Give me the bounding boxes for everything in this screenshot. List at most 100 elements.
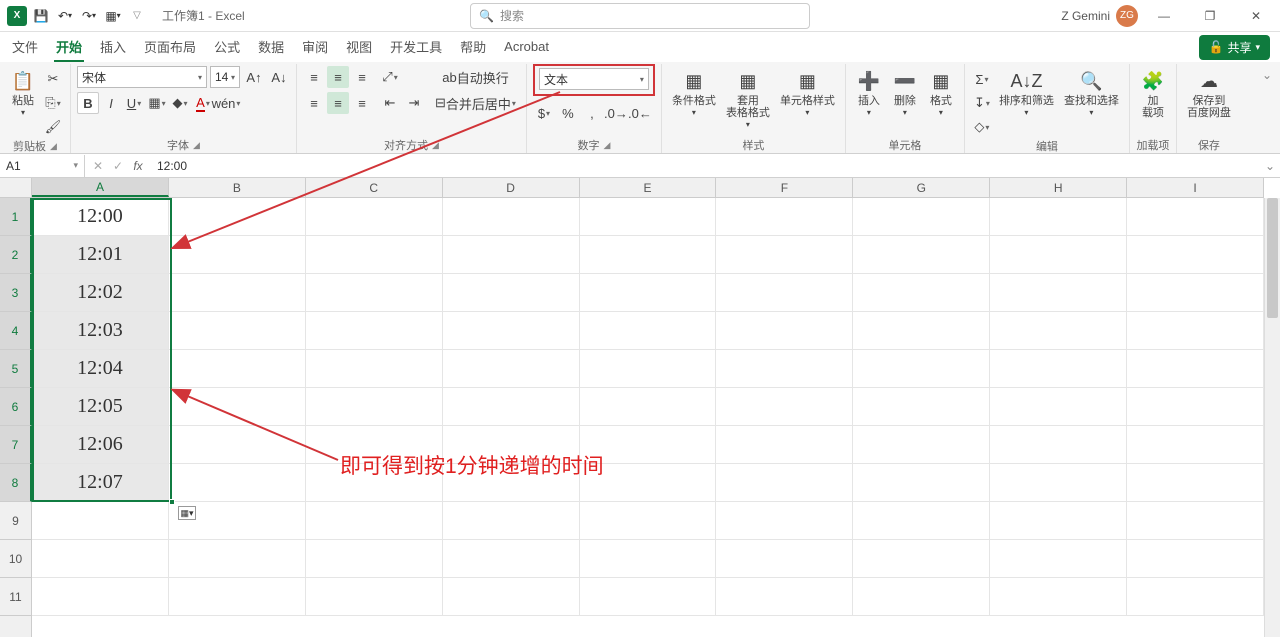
cell-I7[interactable] <box>1127 426 1264 464</box>
enter-formula-icon[interactable]: ✓ <box>109 159 127 173</box>
cell-A9[interactable] <box>32 502 169 540</box>
name-box[interactable]: A1▾ <box>0 155 85 177</box>
insert-cells-button[interactable]: ➕插入▾ <box>852 66 886 119</box>
row-header-6[interactable]: 6 <box>0 388 32 426</box>
cell-C5[interactable] <box>306 350 443 388</box>
tab-file[interactable]: 文件 <box>10 33 40 62</box>
row-header-4[interactable]: 4 <box>0 312 32 350</box>
cell-G7[interactable] <box>853 426 990 464</box>
cell-I3[interactable] <box>1127 274 1264 312</box>
tab-developer[interactable]: 开发工具 <box>388 33 444 62</box>
align-bottom-icon[interactable]: ≡ <box>351 66 373 88</box>
tab-help[interactable]: 帮助 <box>458 33 488 62</box>
user-avatar[interactable]: ZG <box>1116 5 1138 27</box>
cell-A1[interactable]: 12:00 <box>32 198 169 236</box>
formula-input[interactable]: 12:00 <box>151 159 1260 173</box>
bold-button[interactable]: B <box>77 92 99 114</box>
comma-format-icon[interactable]: , <box>581 102 603 124</box>
tab-layout[interactable]: 页面布局 <box>142 33 198 62</box>
col-header-A[interactable]: A <box>32 178 169 197</box>
fill-handle[interactable] <box>169 499 175 505</box>
sort-filter-button[interactable]: A↓Z排序和筛选▾ <box>995 66 1058 119</box>
align-launcher-icon[interactable]: ◢ <box>432 140 439 151</box>
cell-I6[interactable] <box>1127 388 1264 426</box>
cell-H2[interactable] <box>990 236 1127 274</box>
cell-B6[interactable] <box>169 388 306 426</box>
decrease-decimal-icon[interactable]: .0← <box>629 102 651 124</box>
cell-styles-button[interactable]: ▦单元格样式▾ <box>776 66 839 119</box>
cell-G9[interactable] <box>853 502 990 540</box>
cell-E11[interactable] <box>580 578 717 616</box>
fill-icon[interactable]: ↧▾ <box>971 92 993 114</box>
ribbon-collapse-icon[interactable]: ⌄ <box>1254 64 1280 153</box>
cell-F3[interactable] <box>716 274 853 312</box>
cell-D5[interactable] <box>443 350 580 388</box>
cell-B4[interactable] <box>169 312 306 350</box>
cell-F4[interactable] <box>716 312 853 350</box>
cell-E4[interactable] <box>580 312 717 350</box>
increase-font-icon[interactable]: A↑ <box>243 66 265 88</box>
cell-B3[interactable] <box>169 274 306 312</box>
cell-C4[interactable] <box>306 312 443 350</box>
vertical-scrollbar[interactable] <box>1264 198 1280 637</box>
accounting-format-icon[interactable]: $▾ <box>533 102 555 124</box>
tab-formulas[interactable]: 公式 <box>212 33 242 62</box>
conditional-format-button[interactable]: ▦条件格式▾ <box>668 66 720 119</box>
format-cells-button[interactable]: ▦格式▾ <box>924 66 958 119</box>
cell-H1[interactable] <box>990 198 1127 236</box>
cell-A3[interactable]: 12:02 <box>32 274 169 312</box>
cell-D2[interactable] <box>443 236 580 274</box>
align-right-icon[interactable]: ≡ <box>351 92 373 114</box>
cell-F8[interactable] <box>716 464 853 502</box>
formula-expand-icon[interactable]: ⌄ <box>1260 159 1280 173</box>
cell-F10[interactable] <box>716 540 853 578</box>
cell-E3[interactable] <box>580 274 717 312</box>
cell-C10[interactable] <box>306 540 443 578</box>
select-all-triangle[interactable] <box>0 178 32 198</box>
cell-D11[interactable] <box>443 578 580 616</box>
scrollbar-thumb[interactable] <box>1267 198 1278 318</box>
cell-E9[interactable] <box>580 502 717 540</box>
col-header-B[interactable]: B <box>169 178 306 197</box>
tab-review[interactable]: 审阅 <box>300 33 330 62</box>
cell-E10[interactable] <box>580 540 717 578</box>
orientation-icon[interactable]: ⤢▾ <box>379 66 401 88</box>
addins-button[interactable]: 🧩加 载项 <box>1136 66 1170 121</box>
cell-B11[interactable] <box>169 578 306 616</box>
row-header-5[interactable]: 5 <box>0 350 32 388</box>
cell-A2[interactable]: 12:01 <box>32 236 169 274</box>
cell-C3[interactable] <box>306 274 443 312</box>
font-size-combo[interactable]: 14▾ <box>210 66 240 88</box>
cell-C11[interactable] <box>306 578 443 616</box>
cell-I1[interactable] <box>1127 198 1264 236</box>
cell-H6[interactable] <box>990 388 1127 426</box>
user-name[interactable]: Z Gemini <box>1061 9 1110 23</box>
search-box[interactable]: 🔍 搜索 <box>470 3 810 29</box>
indent-increase-icon[interactable]: ⇥ <box>403 92 425 114</box>
merge-center-button[interactable]: ⊟ 合并后居中▾ <box>431 92 520 114</box>
cell-D4[interactable] <box>443 312 580 350</box>
cell-I10[interactable] <box>1127 540 1264 578</box>
cell-C1[interactable] <box>306 198 443 236</box>
cell-F1[interactable] <box>716 198 853 236</box>
decrease-font-icon[interactable]: A↓ <box>268 66 290 88</box>
cell-B10[interactable] <box>169 540 306 578</box>
wrap-text-button[interactable]: ab 自动换行 <box>431 66 520 88</box>
col-header-I[interactable]: I <box>1127 178 1264 197</box>
save-baidu-button[interactable]: ☁保存到 百度网盘 <box>1183 66 1235 121</box>
cells-area[interactable]: 12:0012:0112:0212:0312:0412:0512:0612:07 <box>32 198 1264 637</box>
cell-I9[interactable] <box>1127 502 1264 540</box>
font-launcher-icon[interactable]: ◢ <box>193 140 200 151</box>
tab-home[interactable]: 开始 <box>54 33 84 62</box>
cell-E6[interactable] <box>580 388 717 426</box>
col-header-F[interactable]: F <box>716 178 853 197</box>
cell-D1[interactable] <box>443 198 580 236</box>
cell-I5[interactable] <box>1127 350 1264 388</box>
cell-G5[interactable] <box>853 350 990 388</box>
cell-H11[interactable] <box>990 578 1127 616</box>
cell-B7[interactable] <box>169 426 306 464</box>
cell-A8[interactable]: 12:07 <box>32 464 169 502</box>
row-header-9[interactable]: 9 <box>0 502 31 540</box>
autofill-options-icon[interactable]: ▦▾ <box>178 506 196 520</box>
cell-F5[interactable] <box>716 350 853 388</box>
